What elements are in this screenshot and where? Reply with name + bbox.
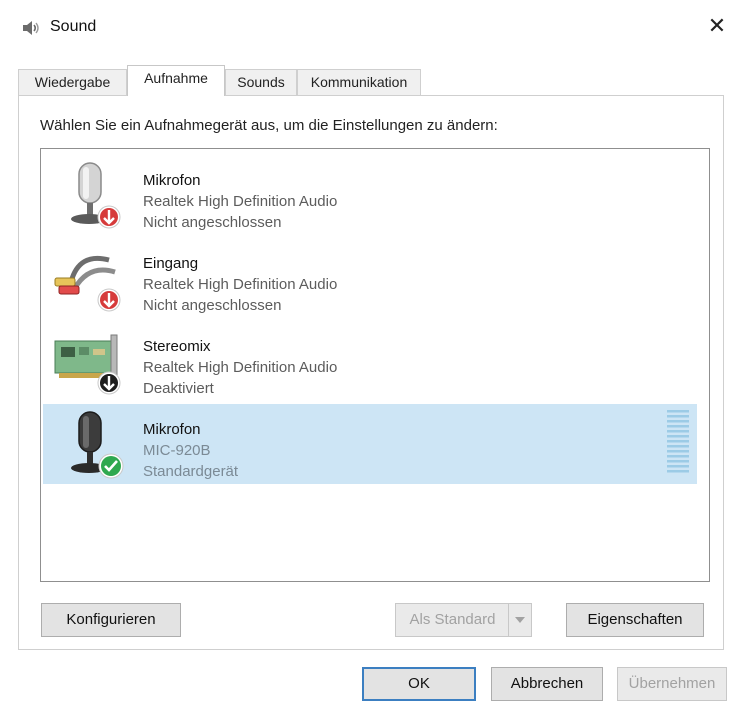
instruction-text: Wählen Sie ein Aufnahmegerät aus, um die…: [40, 117, 498, 134]
device-status: Deaktiviert: [143, 380, 214, 397]
tab-sounds[interactable]: Sounds: [225, 69, 297, 95]
configure-button[interactable]: Konfigurieren: [41, 603, 181, 637]
tab-wiedergabe[interactable]: Wiedergabe: [18, 69, 127, 95]
device-item[interactable]: Stereomix Realtek High Definition Audio …: [43, 321, 697, 401]
device-driver: MIC-920B: [143, 442, 211, 459]
set-default-dropdown[interactable]: [508, 604, 531, 636]
unplugged-badge-icon: [97, 288, 121, 312]
tab-label: Wiedergabe: [34, 74, 111, 90]
device-driver: Realtek High Definition Audio: [143, 276, 338, 293]
device-name: Mikrofon: [143, 421, 201, 438]
tab-bar: Wiedergabe Aufnahme Sounds Kommunikation: [18, 65, 718, 96]
tab-label: Kommunikation: [310, 74, 408, 90]
device-driver: Realtek High Definition Audio: [143, 359, 338, 376]
microphone-icon: [71, 411, 124, 479]
disabled-badge-icon: [97, 371, 121, 395]
speaker-icon: [23, 21, 39, 35]
tab-aufnahme[interactable]: Aufnahme: [127, 65, 225, 96]
sound-card-icon: [54, 334, 121, 395]
tab-label: Sounds: [237, 74, 285, 90]
device-status: Nicht angeschlossen: [143, 214, 282, 231]
device-item[interactable]: Eingang Realtek High Definition Audio Ni…: [43, 238, 697, 318]
device-driver: Realtek High Definition Audio: [143, 193, 338, 210]
default-check-badge-icon: [98, 453, 124, 479]
close-icon: ✕: [707, 13, 727, 38]
device-status: Nicht angeschlossen: [143, 297, 282, 314]
microphone-icon: [71, 162, 121, 229]
level-meter: [667, 410, 689, 473]
chevron-down-icon: [515, 617, 525, 623]
device-item-selected[interactable]: Mikrofon MIC-920B Standardgerät: [43, 404, 697, 484]
device-item[interactable]: Mikrofon Realtek High Definition Audio N…: [43, 155, 697, 235]
properties-button[interactable]: Eigenschaften: [566, 603, 704, 637]
device-status: Standardgerät: [143, 463, 239, 480]
ok-button[interactable]: OK: [362, 667, 476, 701]
close-button[interactable]: ✕: [703, 12, 731, 40]
device-name: Stereomix: [143, 338, 211, 355]
device-name: Eingang: [143, 255, 199, 272]
recording-device-list[interactable]: Mikrofon Realtek High Definition Audio N…: [40, 148, 710, 582]
unplugged-badge-icon: [97, 205, 121, 229]
title-bar: Sound ✕: [0, 0, 735, 56]
set-default-label: Als Standard: [409, 611, 496, 628]
tab-label: Aufnahme: [144, 70, 208, 86]
set-default-button[interactable]: Als Standard: [395, 603, 532, 637]
cancel-button[interactable]: Abbrechen: [491, 667, 603, 701]
tab-kommunikation[interactable]: Kommunikation: [297, 69, 421, 95]
window-title: Sound: [50, 18, 97, 35]
apply-button[interactable]: Übernehmen: [617, 667, 727, 701]
line-in-cable-icon: [54, 255, 121, 312]
device-name: Mikrofon: [143, 172, 201, 189]
